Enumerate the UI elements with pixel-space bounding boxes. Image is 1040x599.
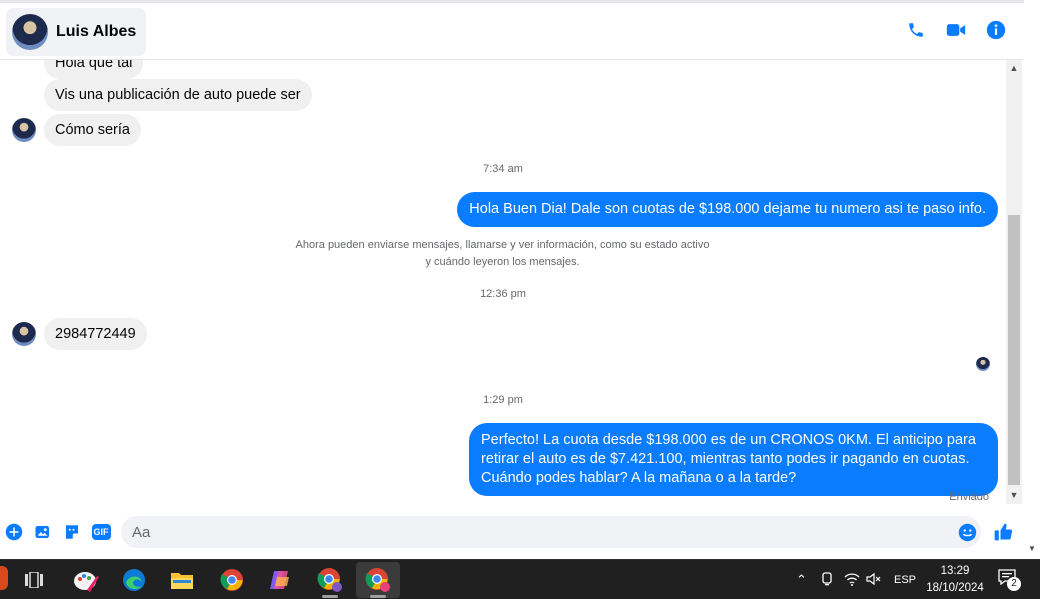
chat-header: Luis Albes bbox=[0, 0, 1024, 60]
plus-icon[interactable] bbox=[4, 522, 24, 542]
show-hidden-icons-icon[interactable]: ⌃ bbox=[796, 572, 814, 588]
task-view-icon[interactable] bbox=[12, 562, 56, 598]
file-explorer-icon[interactable] bbox=[160, 562, 204, 598]
system-notice-line: y cuándo leyeron los mensajes. bbox=[425, 256, 580, 268]
timestamp: 12:36 pm bbox=[480, 288, 526, 300]
like-icon[interactable] bbox=[993, 522, 1013, 542]
contact-name[interactable]: Luis Albes bbox=[56, 23, 136, 41]
windows-taskbar: ⌃ ESP 13:29 18/10/2024 2 bbox=[0, 559, 1040, 599]
read-receipt-avatar bbox=[976, 357, 990, 371]
copilot-icon[interactable] bbox=[258, 562, 302, 598]
meet-now-icon[interactable] bbox=[820, 571, 838, 589]
system-tray: ⌃ ESP bbox=[796, 560, 916, 599]
message-bubble-incoming[interactable]: Vis una publicación de auto puede ser bbox=[44, 79, 312, 111]
scroll-thumb[interactable] bbox=[1008, 215, 1020, 485]
paint-icon[interactable] bbox=[64, 562, 108, 598]
chrome-icon[interactable] bbox=[210, 562, 254, 598]
sender-avatar[interactable] bbox=[12, 118, 36, 142]
sender-avatar[interactable] bbox=[12, 322, 36, 346]
message-row-incoming: 2984772449 bbox=[12, 318, 147, 350]
volume-muted-icon[interactable] bbox=[866, 572, 886, 589]
messenger-window: Luis Albes Hola que tal Vis una publicac… bbox=[0, 0, 1040, 599]
message-bubble-outgoing[interactable]: Perfecto! La cuota desde $198.000 es de … bbox=[469, 423, 998, 496]
phone-icon[interactable] bbox=[906, 20, 926, 40]
image-icon[interactable] bbox=[33, 522, 53, 542]
system-notice: Ahora pueden enviarse mensajes, llamarse… bbox=[250, 237, 755, 271]
thread-scrollbar[interactable]: ▲ ▼ bbox=[1006, 60, 1022, 504]
scroll-down-arrow-icon[interactable]: ▼ bbox=[1006, 490, 1022, 500]
gif-icon[interactable]: GIF bbox=[91, 522, 111, 542]
message-row-incoming: Vis una publicación de auto puede ser bbox=[44, 79, 312, 111]
message-bubble-incoming[interactable]: 2984772449 bbox=[44, 318, 147, 350]
message-row-outgoing: Hola Buen Dia! Dale son cuotas de $198.0… bbox=[457, 192, 998, 227]
delivery-status: Enviado bbox=[949, 491, 989, 503]
timestamp: 7:34 am bbox=[483, 163, 523, 175]
message-composer: GIF bbox=[0, 510, 1024, 554]
info-icon[interactable] bbox=[986, 20, 1006, 40]
message-input[interactable] bbox=[121, 516, 981, 548]
running-indicator bbox=[322, 595, 338, 598]
timestamp: 1:29 pm bbox=[483, 394, 523, 406]
edge-icon[interactable] bbox=[112, 562, 156, 598]
message-row-incoming: Cómo sería bbox=[12, 114, 141, 146]
chrome-profile-2-icon[interactable] bbox=[356, 562, 400, 598]
message-bubble-incoming[interactable]: Cómo sería bbox=[44, 114, 141, 146]
message-row-incoming: Hola que tal bbox=[44, 60, 144, 79]
message-bubble-incoming[interactable]: Hola que tal bbox=[44, 60, 144, 79]
gif-label: GIF bbox=[91, 524, 111, 540]
header-actions bbox=[906, 20, 1006, 40]
sticker-icon[interactable] bbox=[62, 522, 82, 542]
page-scroll-down-arrow-icon[interactable]: ▼ bbox=[1024, 544, 1040, 553]
running-indicator bbox=[370, 595, 386, 598]
scroll-up-arrow-icon[interactable]: ▲ bbox=[1006, 63, 1022, 73]
clock-date: 18/10/2024 bbox=[926, 582, 984, 594]
message-thread: Hola que tal Vis una publicación de auto… bbox=[0, 60, 1006, 510]
wifi-icon[interactable] bbox=[844, 572, 864, 589]
notifications-icon[interactable]: 2 bbox=[998, 569, 1021, 591]
language-indicator[interactable]: ESP bbox=[894, 574, 916, 586]
notification-count-badge: 2 bbox=[1007, 577, 1021, 591]
taskbar-clock[interactable]: 13:29 18/10/2024 bbox=[920, 563, 990, 597]
message-bubble-outgoing[interactable]: Hola Buen Dia! Dale son cuotas de $198.0… bbox=[457, 192, 998, 227]
video-call-icon[interactable] bbox=[946, 20, 966, 40]
contact-avatar[interactable] bbox=[12, 14, 48, 50]
widget-icon[interactable] bbox=[0, 566, 8, 590]
contact-card[interactable]: Luis Albes bbox=[6, 8, 147, 56]
message-row-outgoing: Perfecto! La cuota desde $198.000 es de … bbox=[469, 423, 998, 496]
chrome-profile-1-icon[interactable] bbox=[308, 562, 352, 598]
system-notice-line: Ahora pueden enviarse mensajes, llamarse… bbox=[295, 239, 710, 251]
emoji-icon[interactable] bbox=[957, 522, 977, 542]
clock-time: 13:29 bbox=[940, 565, 970, 577]
